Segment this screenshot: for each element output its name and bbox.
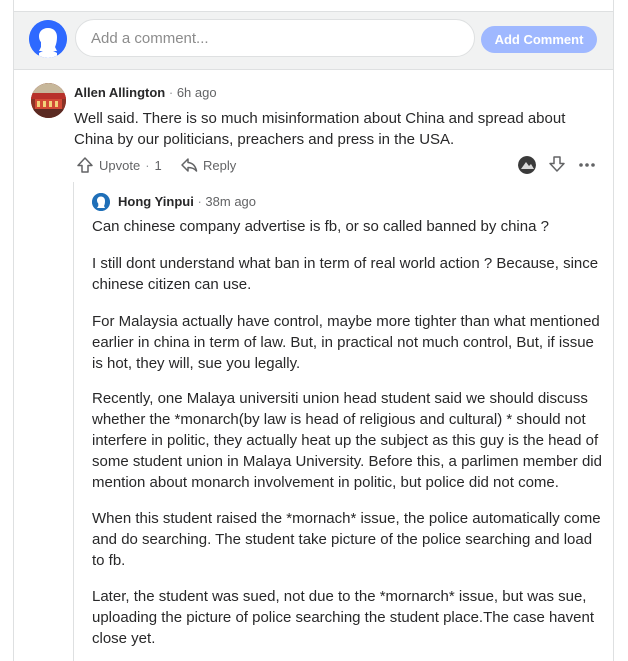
meta-separator: · xyxy=(168,85,174,100)
upvote-count: 1 xyxy=(154,157,162,173)
commenter-avatar[interactable] xyxy=(31,83,66,118)
comment-input[interactable] xyxy=(75,19,475,57)
upvote-separator: · xyxy=(145,157,150,173)
comment-time[interactable]: 6h ago xyxy=(177,85,217,100)
comment-meta: Allen Allington · 6h ago xyxy=(74,85,217,100)
avatar-photo-icon xyxy=(31,83,66,118)
reply-paragraph: When this student raised the *mornach* i… xyxy=(92,510,601,569)
thread-line xyxy=(73,182,74,661)
upvote-button[interactable]: Upvote · 1 xyxy=(76,156,162,174)
reply-author[interactable]: Hong Yinpui xyxy=(118,194,194,209)
more-options-button[interactable] xyxy=(578,156,596,179)
comment-composer: Add Comment xyxy=(14,11,613,70)
reply-button[interactable]: Reply xyxy=(180,156,236,174)
reply-paragraph: Recently, one Malaya universiti union he… xyxy=(92,390,602,491)
upvoter-photo-icon xyxy=(518,156,536,174)
comment-author[interactable]: Allen Allington xyxy=(74,85,165,100)
downvote-button[interactable] xyxy=(548,155,566,178)
reply-arrow-icon xyxy=(181,158,198,172)
add-comment-button[interactable]: Add Comment xyxy=(481,26,597,53)
reply-meta-separator: · xyxy=(197,194,202,209)
reply-meta: Hong Yinpui · 38m ago xyxy=(118,194,256,209)
reply-author-avatar[interactable] xyxy=(92,193,110,211)
downvote-arrow-icon xyxy=(549,156,565,172)
reply-paragraph: Can chinese company advertise is fb, or … xyxy=(92,218,549,235)
reply-avatar-icon xyxy=(92,193,110,211)
comment-text: Well said. There is so much misinformati… xyxy=(74,110,566,148)
current-user-avatar[interactable] xyxy=(29,20,67,58)
page-border-left xyxy=(13,0,14,661)
upvote-label: Upvote xyxy=(99,157,141,173)
upvote-arrow-icon xyxy=(77,157,93,173)
reply-paragraph: Later, the student was sued, not due to … xyxy=(92,588,595,647)
reply-time[interactable]: 38m ago xyxy=(205,194,256,209)
upvoter-avatar[interactable] xyxy=(518,156,536,174)
reply-label: Reply xyxy=(203,157,237,173)
page-border-right xyxy=(613,0,614,661)
reply-paragraph: For Malaysia actually have control, mayb… xyxy=(92,313,600,372)
more-dots-icon xyxy=(579,163,595,167)
reply-paragraph: I still dont understand what ban in term… xyxy=(92,255,599,293)
default-user-icon xyxy=(29,20,67,58)
